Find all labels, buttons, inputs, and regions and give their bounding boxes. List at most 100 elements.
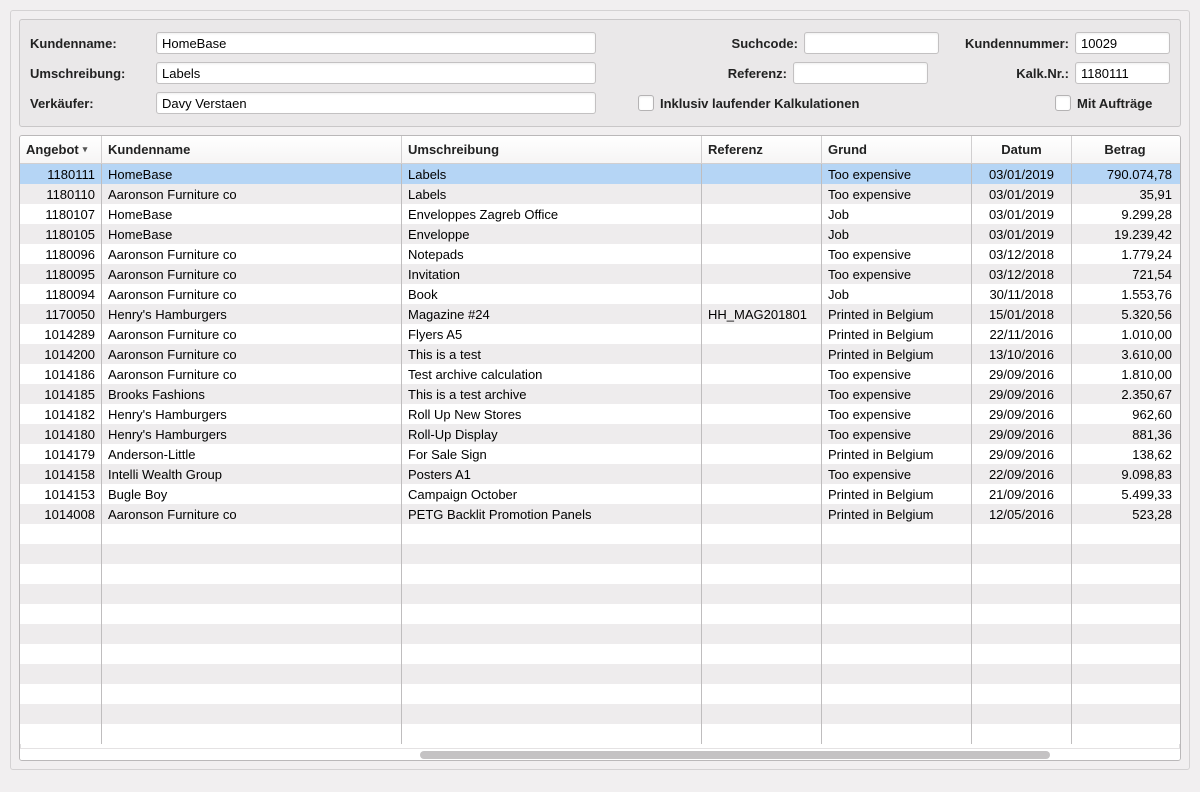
- cell-empty: [1072, 584, 1178, 604]
- cell-empty: [102, 584, 402, 604]
- cell-empty: [702, 564, 822, 584]
- cell-empty: [822, 544, 972, 564]
- suchcode-field[interactable]: [804, 32, 939, 54]
- table-row[interactable]: 1014180Henry's HamburgersRoll-Up Display…: [20, 424, 1180, 444]
- column-header-grund[interactable]: Grund: [822, 136, 972, 163]
- cell-angebot: 1180107: [20, 204, 102, 224]
- table-row[interactable]: 1180096Aaronson Furniture coNotepadsToo …: [20, 244, 1180, 264]
- cell-empty: [1072, 704, 1178, 724]
- referenz-label: Referenz:: [728, 66, 787, 81]
- cell-betrag: 9.098,83: [1072, 464, 1178, 484]
- table-row[interactable]: 1014186Aaronson Furniture coTest archive…: [20, 364, 1180, 384]
- table-row-empty: [20, 544, 1180, 564]
- mit-auftraege-checkbox[interactable]: [1055, 95, 1071, 111]
- cell-empty: [20, 584, 102, 604]
- table-row-empty: [20, 524, 1180, 544]
- cell-empty: [972, 704, 1072, 724]
- table-row[interactable]: 1014185Brooks FashionsThis is a test arc…: [20, 384, 1180, 404]
- grid-body[interactable]: 1180111HomeBaseLabelsToo expensive03/01/…: [20, 164, 1180, 748]
- cell-empty: [702, 604, 822, 624]
- cell-empty: [402, 684, 702, 704]
- cell-kundenname: HomeBase: [102, 204, 402, 224]
- cell-kundenname: Intelli Wealth Group: [102, 464, 402, 484]
- cell-datum: 03/01/2019: [972, 204, 1072, 224]
- column-header-kundenname[interactable]: Kundenname: [102, 136, 402, 163]
- cell-betrag: 35,91: [1072, 184, 1178, 204]
- column-header-angebot[interactable]: Angebot ▾: [20, 136, 102, 163]
- column-header-label: Angebot: [26, 142, 79, 157]
- cell-angebot: 1014158: [20, 464, 102, 484]
- cell-umschreibung: Roll-Up Display: [402, 424, 702, 444]
- cell-empty: [102, 564, 402, 584]
- cell-betrag: 962,60: [1072, 404, 1178, 424]
- cell-empty: [20, 724, 102, 744]
- cell-empty: [822, 524, 972, 544]
- table-row[interactable]: 1180111HomeBaseLabelsToo expensive03/01/…: [20, 164, 1180, 184]
- window: Kundenname: Suchcode: Kundennummer: Umsc…: [10, 10, 1190, 770]
- table-row[interactable]: 1014179Anderson-LittleFor Sale SignPrint…: [20, 444, 1180, 464]
- cell-betrag: 5.320,56: [1072, 304, 1178, 324]
- cell-empty: [102, 724, 402, 744]
- cell-grund: Too expensive: [822, 424, 972, 444]
- cell-empty: [20, 704, 102, 724]
- cell-referenz: [702, 344, 822, 364]
- column-header-betrag[interactable]: Betrag: [1072, 136, 1178, 163]
- cell-betrag: 5.499,33: [1072, 484, 1178, 504]
- cell-kundenname: Aaronson Furniture co: [102, 344, 402, 364]
- table-row-empty: [20, 624, 1180, 644]
- kundenname-field[interactable]: [156, 32, 596, 54]
- referenz-field[interactable]: [793, 62, 928, 84]
- umschreibung-field[interactable]: [156, 62, 596, 84]
- cell-referenz: HH_MAG201801: [702, 304, 822, 324]
- cell-betrag: 790.074,78: [1072, 164, 1178, 184]
- scrollbar-thumb[interactable]: [420, 751, 1050, 759]
- cell-umschreibung: Enveloppe: [402, 224, 702, 244]
- cell-empty: [972, 644, 1072, 664]
- column-header-referenz[interactable]: Referenz: [702, 136, 822, 163]
- table-row[interactable]: 1170050Henry's HamburgersMagazine #24HH_…: [20, 304, 1180, 324]
- cell-referenz: [702, 424, 822, 444]
- column-header-label: Grund: [828, 142, 867, 157]
- table-row[interactable]: 1014153Bugle BoyCampaign OctoberPrinted …: [20, 484, 1180, 504]
- cell-umschreibung: Invitation: [402, 264, 702, 284]
- cell-umschreibung: Roll Up New Stores: [402, 404, 702, 424]
- cell-empty: [972, 724, 1072, 744]
- table-row-empty: [20, 584, 1180, 604]
- cell-referenz: [702, 404, 822, 424]
- cell-empty: [402, 584, 702, 604]
- column-header-umschreibung[interactable]: Umschreibung: [402, 136, 702, 163]
- cell-empty: [822, 724, 972, 744]
- umschreibung-label: Umschreibung:: [30, 66, 150, 81]
- cell-angebot: 1014185: [20, 384, 102, 404]
- cell-umschreibung: This is a test: [402, 344, 702, 364]
- table-row[interactable]: 1014008Aaronson Furniture coPETG Backlit…: [20, 504, 1180, 524]
- table-row[interactable]: 1014158Intelli Wealth GroupPosters A1Too…: [20, 464, 1180, 484]
- verkaeufer-field[interactable]: [156, 92, 596, 114]
- table-row[interactable]: 1014182Henry's HamburgersRoll Up New Sto…: [20, 404, 1180, 424]
- cell-grund: Too expensive: [822, 184, 972, 204]
- cell-empty: [1072, 524, 1178, 544]
- cell-empty: [702, 664, 822, 684]
- cell-grund: Printed in Belgium: [822, 444, 972, 464]
- kalknr-field[interactable]: [1075, 62, 1170, 84]
- horizontal-scrollbar[interactable]: [20, 748, 1180, 760]
- cell-referenz: [702, 504, 822, 524]
- cell-empty: [20, 524, 102, 544]
- cell-kundenname: HomeBase: [102, 164, 402, 184]
- table-row[interactable]: 1014200Aaronson Furniture coThis is a te…: [20, 344, 1180, 364]
- cell-referenz: [702, 164, 822, 184]
- table-row[interactable]: 1180107HomeBaseEnveloppes Zagreb OfficeJ…: [20, 204, 1180, 224]
- table-row[interactable]: 1180105HomeBaseEnveloppeJob03/01/201919.…: [20, 224, 1180, 244]
- table-row[interactable]: 1180095Aaronson Furniture coInvitationTo…: [20, 264, 1180, 284]
- inklusiv-checkbox[interactable]: [638, 95, 654, 111]
- table-row[interactable]: 1180110Aaronson Furniture coLabelsToo ex…: [20, 184, 1180, 204]
- cell-betrag: 721,54: [1072, 264, 1178, 284]
- table-row[interactable]: 1180094Aaronson Furniture coBookJob30/11…: [20, 284, 1180, 304]
- cell-angebot: 1014182: [20, 404, 102, 424]
- cell-empty: [972, 544, 1072, 564]
- cell-empty: [972, 584, 1072, 604]
- table-row[interactable]: 1014289Aaronson Furniture coFlyers A5Pri…: [20, 324, 1180, 344]
- kundenname-label: Kundenname:: [30, 36, 150, 51]
- column-header-datum[interactable]: Datum: [972, 136, 1072, 163]
- kundennummer-field[interactable]: [1075, 32, 1170, 54]
